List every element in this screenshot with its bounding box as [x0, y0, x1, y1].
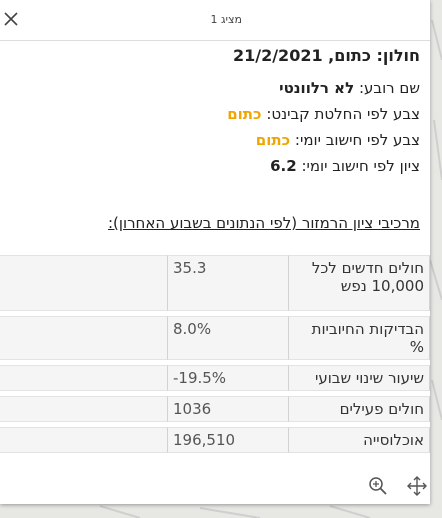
daily-color-value: כתום	[255, 131, 291, 149]
zoom-in-icon[interactable]	[368, 476, 388, 496]
table-row: הבדיקות החיוביות % 8.0%	[0, 316, 430, 360]
close-icon[interactable]	[0, 8, 22, 30]
title-status: כתום,	[328, 46, 371, 65]
metric-value: 1036	[168, 396, 288, 422]
metric-spacer	[0, 427, 168, 453]
popup-title: חולון: כתום, 21/2/2021	[233, 46, 420, 65]
metric-label: הבדיקות החיוביות %	[288, 316, 430, 360]
neighborhood-value: לא רלוונטי	[279, 79, 355, 97]
move-icon[interactable]	[406, 475, 428, 497]
metric-spacer	[0, 396, 168, 422]
daily-score-row: ציון לפי חישוב יומי: 6.2	[270, 157, 420, 175]
neighborhood-row: שם רובע: לא רלוונטי	[279, 79, 420, 97]
metric-spacer	[0, 365, 168, 391]
table-row: חולים פעילים 1036	[0, 396, 430, 422]
pager-label: מציג 1	[210, 13, 243, 26]
cabinet-color-row: צבע לפי החלטת קבינט: כתום	[227, 105, 420, 123]
score-components-link[interactable]: מרכיבי ציון הרמזור (לפי הנתונים בשבוע הא…	[108, 214, 420, 232]
cabinet-color-value: כתום	[227, 105, 262, 123]
metric-spacer	[0, 255, 168, 311]
metric-spacer	[0, 316, 168, 360]
metric-label: חולים פעילים	[288, 396, 430, 422]
city-name: חולון:	[376, 46, 420, 65]
daily-score-label: ציון לפי חישוב יומי:	[301, 157, 420, 175]
daily-color-label: צבע לפי חישוב יומי:	[294, 131, 420, 149]
popup-footer	[0, 466, 430, 504]
table-row: אוכלוסייה 196,510	[0, 427, 430, 453]
metric-label: חולים חדשים לכל 10,000 נפש	[288, 255, 430, 311]
metrics-table: חולים חדשים לכל 10,000 נפש 35.3 הבדיקות …	[0, 250, 430, 458]
metric-value: 196,510	[168, 427, 288, 453]
metric-label: אוכלוסייה	[288, 427, 430, 453]
metric-value: -19.5%	[168, 365, 288, 391]
metric-value: 8.0%	[168, 316, 288, 360]
daily-score-value: 6.2	[270, 157, 297, 175]
table-row: שיעור שינוי שבועי -19.5%	[0, 365, 430, 391]
metric-value: 35.3	[168, 255, 288, 311]
metric-label: שיעור שינוי שבועי	[288, 365, 430, 391]
feature-popup: מציג 1 חולון: כתום, 21/2/2021 שם רובע: ל…	[0, 0, 430, 504]
daily-color-row: צבע לפי חישוב יומי: כתום	[256, 131, 420, 149]
cabinet-color-label: צבע לפי החלטת קבינט:	[266, 105, 420, 123]
neighborhood-label: שם רובע:	[358, 79, 420, 97]
title-date: 21/2/2021	[232, 46, 323, 65]
table-row: חולים חדשים לכל 10,000 נפש 35.3	[0, 255, 430, 311]
popup-header: מציג 1	[0, 0, 430, 41]
